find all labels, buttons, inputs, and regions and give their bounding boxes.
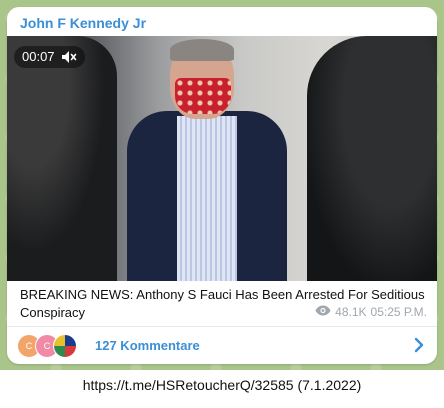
source-caption: https://t.me/HSRetoucherQ/32585 (7.1.202… (82, 377, 362, 393)
avatar (53, 333, 77, 358)
eye-icon (315, 305, 331, 319)
speaker-muted-icon[interactable] (61, 50, 77, 64)
video-duration-badge[interactable]: 00:07 (14, 46, 85, 68)
comments-count[interactable]: 127 Kommentare (95, 338, 200, 353)
view-count: 48.1K (335, 305, 367, 319)
chevron-right-icon[interactable] (413, 336, 425, 359)
post-meta: 48.1K 05:25 P.M. (315, 305, 427, 319)
video-duration: 00:07 (22, 49, 55, 64)
channel-name[interactable]: John F Kennedy Jr (20, 15, 146, 31)
message-bubble: John F Kennedy Jr 00:07 BREAKING NEWS: A… (7, 7, 437, 364)
post-time: 05:25 P.M. (370, 305, 427, 319)
commenter-avatars: C C (17, 333, 87, 358)
video-preview[interactable]: 00:07 (7, 36, 437, 281)
comments-link[interactable]: C C 127 Kommentare (7, 327, 437, 364)
